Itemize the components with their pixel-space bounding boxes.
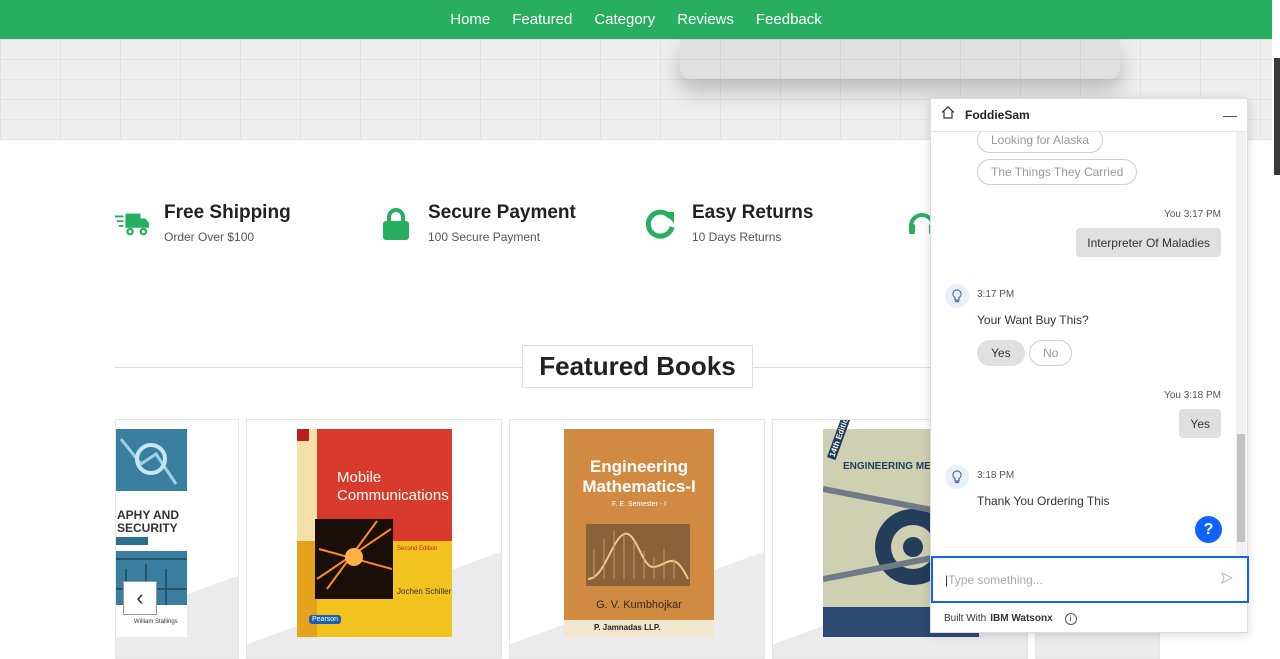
book-card[interactable]: APHY AND SECURITY William Stallings	[115, 419, 239, 659]
book-author: William Stallings	[134, 619, 178, 625]
chat-footer: Built With IBM Watsonx i	[931, 603, 1249, 634]
nav-reviews[interactable]: Reviews	[677, 11, 734, 28]
nav-feedback[interactable]: Feedback	[756, 11, 822, 28]
chat-scrollbar-thumb[interactable]	[1237, 434, 1245, 542]
nav-category[interactable]: Category	[594, 11, 655, 28]
yes-chip[interactable]: Yes	[977, 340, 1025, 366]
message-timestamp: You 3:17 PM	[1164, 209, 1221, 220]
book-title: Mobile Communications	[337, 469, 449, 504]
hero-card-shadow	[680, 39, 1120, 79]
truck-icon	[114, 204, 150, 244]
minimize-icon[interactable]: —	[1223, 107, 1237, 123]
chat-input[interactable]: | Type something...	[931, 556, 1249, 603]
section-title: Featured Books	[522, 345, 753, 388]
option-chip[interactable]: Looking for Alaska	[977, 132, 1104, 153]
book-title: APHY AND SECURITY	[117, 508, 180, 535]
chat-widget: FoddieSam — Looking for Alaska The Thing…	[930, 98, 1249, 634]
input-placeholder: Type something...	[948, 572, 1043, 587]
lock-icon	[378, 204, 414, 244]
book-card[interactable]: Mobile Communications Second Edition Joc…	[246, 419, 502, 659]
book-author: Jochen Schiller	[397, 587, 452, 596]
option-chip[interactable]: The Things They Carried	[977, 159, 1138, 185]
feature-title: Secure Payment	[428, 202, 576, 223]
brand-name: IBM Watsonx	[990, 613, 1053, 624]
feature-subtitle: 10 Days Returns	[692, 230, 782, 244]
help-button[interactable]: ?	[1195, 516, 1222, 543]
chat-scrollbar[interactable]	[1236, 132, 1246, 554]
nav-featured[interactable]: Featured	[512, 11, 572, 28]
book-author: G. V. Kumbhojkar	[596, 599, 682, 611]
bot-avatar-icon	[945, 465, 969, 489]
carousel-prev-button[interactable]: ‹	[123, 581, 157, 615]
bot-message: Thank You Ordering This	[977, 494, 1110, 508]
bot-avatar-icon	[945, 284, 969, 308]
publisher-logo: Pearson	[309, 615, 342, 624]
feature-easy-returns: Easy Returns 10 Days Returns	[642, 198, 813, 244]
info-icon[interactable]: i	[1064, 612, 1077, 625]
feature-secure-payment: Secure Payment 100 Secure Payment	[378, 198, 576, 244]
message-timestamp: You 3:18 PM	[1164, 390, 1221, 401]
book-cover: Mobile Communications Second Edition Joc…	[297, 429, 452, 637]
send-icon[interactable]	[1221, 571, 1234, 587]
user-message: Yes	[1179, 409, 1221, 438]
feature-title: Easy Returns	[692, 202, 814, 223]
edition-badge: Second Edition	[397, 546, 438, 552]
feature-subtitle: Order Over $100	[164, 230, 255, 244]
book-title: Engineering Mathematics-I	[582, 457, 696, 496]
message-timestamp: 3:17 PM	[977, 289, 1015, 300]
nav-home[interactable]: Home	[450, 11, 490, 28]
user-message: Interpreter Of Maladies	[1076, 228, 1221, 257]
chat-title: FoddieSam	[965, 108, 1030, 122]
publisher-logo: P. Jamnadas LLP.	[594, 623, 661, 632]
book-subtitle: F. E. Semester - I	[611, 501, 667, 508]
book-cover: Engineering Mathematics-I F. E. Semester…	[564, 429, 714, 637]
home-icon[interactable]	[941, 106, 955, 124]
feature-title: Free Shipping	[164, 202, 291, 223]
chat-header: FoddieSam —	[931, 99, 1247, 132]
redo-icon	[642, 204, 678, 244]
bot-message: Your Want Buy This?	[977, 313, 1089, 327]
feature-subtitle: 100 Secure Payment	[428, 230, 541, 244]
no-chip[interactable]: No	[1029, 340, 1073, 366]
top-navbar: Home Featured Category Reviews Feedback	[0, 0, 1272, 39]
page-scrollbar-thumb[interactable]	[1274, 58, 1280, 175]
message-timestamp: 3:18 PM	[977, 470, 1015, 481]
chat-messages: Looking for Alaska The Things They Carri…	[931, 132, 1235, 552]
feature-free-shipping: Free Shipping Order Over $100	[114, 198, 291, 244]
book-card[interactable]: Engineering Mathematics-I F. E. Semester…	[509, 419, 765, 659]
